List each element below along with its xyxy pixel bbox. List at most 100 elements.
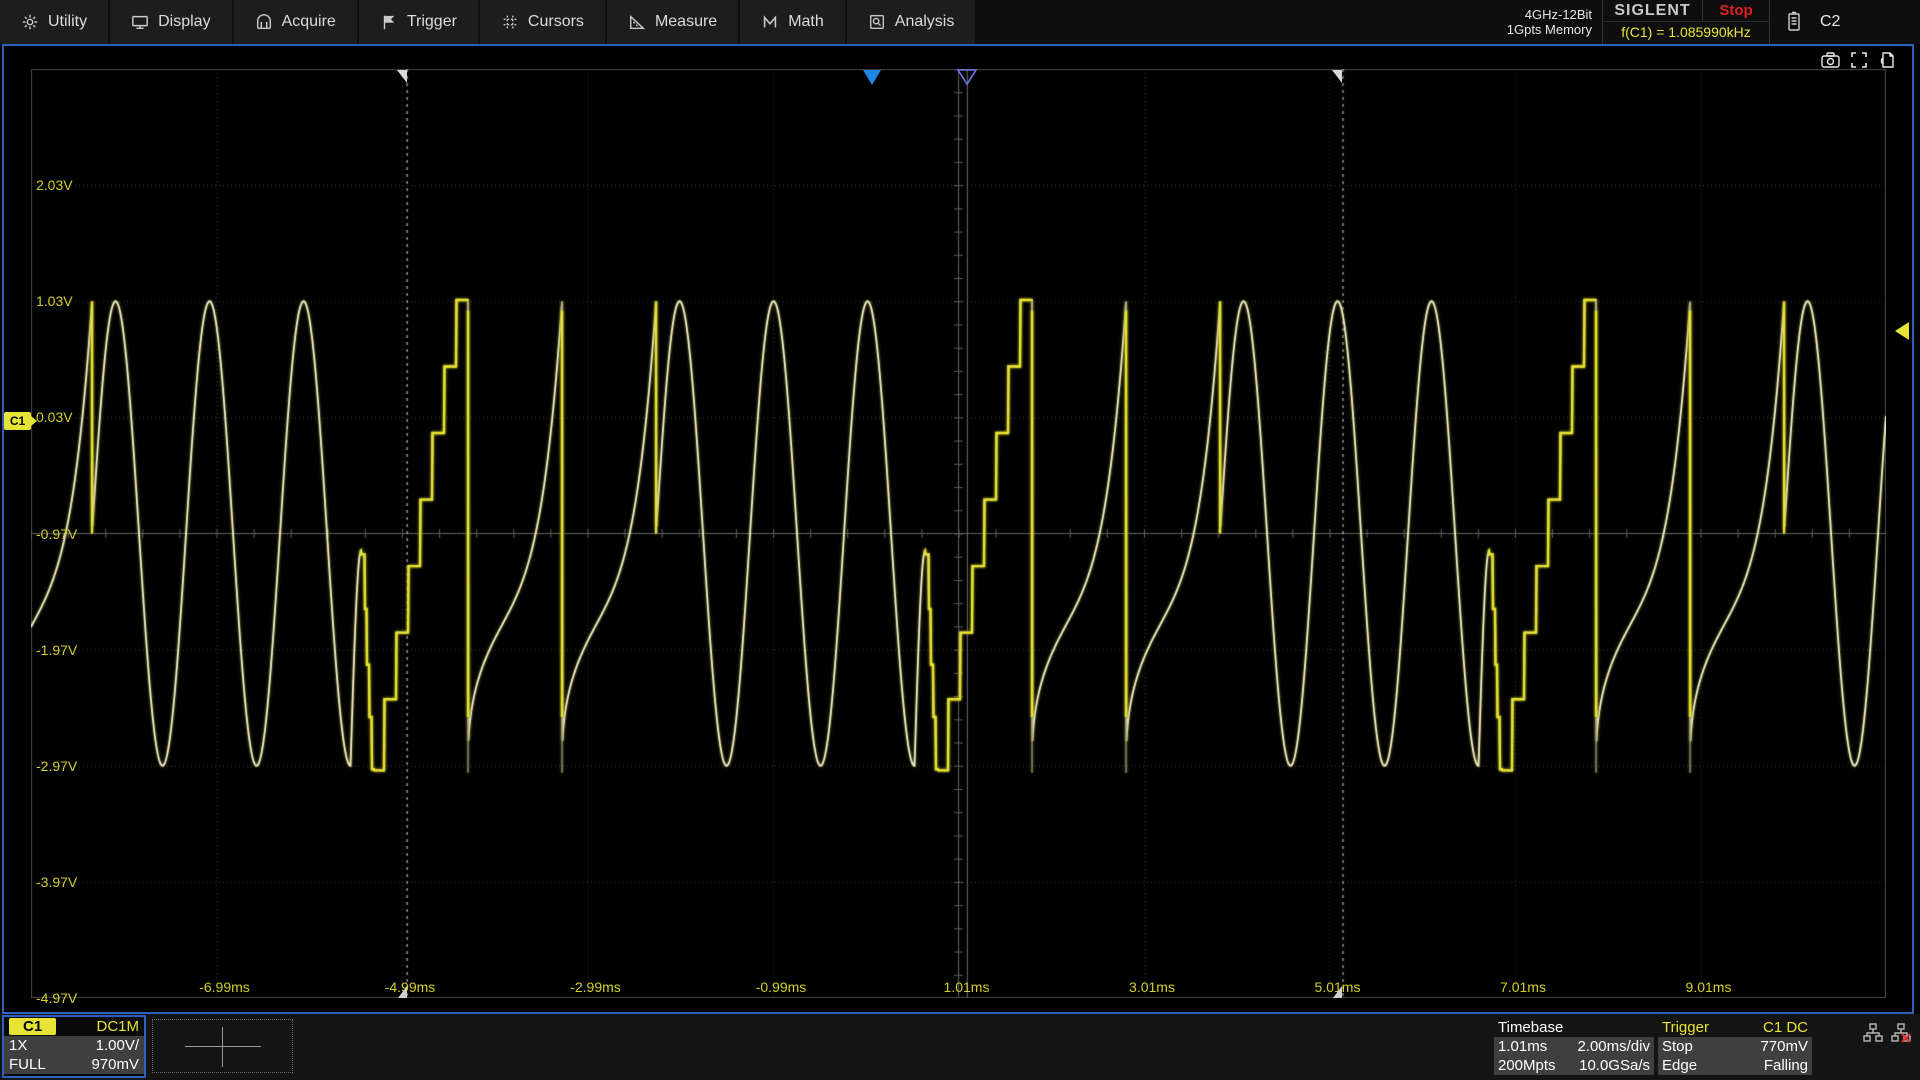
menu-item-acquire[interactable]: Acquire (233, 0, 357, 44)
voltage-axis-label: 0.03V (36, 409, 73, 426)
voltage-axis-label: -3.97V (36, 873, 78, 890)
trigger-level-marker[interactable] (1895, 322, 1909, 341)
time-axis-label: 3.01ms (1129, 979, 1175, 995)
delay-reference-marker[interactable] (956, 69, 978, 86)
lan-disconnected-icon[interactable] (1890, 1022, 1912, 1044)
menu-item-display[interactable]: Display (110, 0, 232, 44)
timebase-scale: 2.00ms/div (1577, 1038, 1650, 1055)
memory-spec: 1Gpts Memory (1506, 22, 1592, 37)
scope-display-frame: 2.03V 1.03V 0.03V -0.97V -1.97V -2.97V -3.97V -… (2, 44, 1914, 1014)
menu-item-label: Trigger (406, 13, 457, 30)
menu-item-label: Acquire (281, 13, 336, 30)
voltage-axis-label: -2.97V (36, 757, 78, 774)
lan-status-group (1862, 1022, 1912, 1044)
trigger-slope: Falling (1763, 1057, 1808, 1074)
add-channel-slot[interactable] (152, 1019, 293, 1073)
lan-icon[interactable] (1862, 1022, 1884, 1044)
scope-spec: 4GHz-12Bit 1Gpts Memory (1497, 7, 1602, 37)
brand-logo: SIGLENT (1603, 0, 1703, 21)
bottom-bar: C1 DC1M 1X 1.00V/ FULL 970mV Timebase 1.… (0, 1014, 1920, 1080)
timebase-header: Timebase (1494, 1018, 1654, 1037)
marker-flag-bottom[interactable] (1333, 986, 1343, 998)
trigger-row-1: Stop 770mV (1658, 1037, 1812, 1056)
channel-probe: 1X (9, 1037, 28, 1054)
arch-icon (256, 14, 271, 30)
channel-row-2: 1X 1.00V/ (4, 1036, 144, 1055)
math-m-icon (763, 15, 777, 28)
fullscreen-icon[interactable] (1849, 50, 1869, 70)
plot-area[interactable] (31, 69, 1886, 998)
trigger-header: Trigger C1 DC (1658, 1018, 1812, 1037)
time-axis-label: -4.99ms (384, 979, 436, 995)
trigger-source-coupling: C1 DC (1762, 1019, 1808, 1036)
bandwidth-spec: 4GHz-12Bit (1524, 7, 1592, 22)
camera-icon[interactable] (1820, 50, 1841, 70)
plus-icon (185, 1046, 261, 1047)
marker-flag-top[interactable] (396, 70, 407, 83)
voltage-axis-label: -0.97V (36, 525, 78, 542)
marker-flag-bottom[interactable] (397, 986, 407, 998)
menu-item-label: Utility (48, 13, 88, 30)
set-square-icon (629, 14, 646, 30)
trigger-panel[interactable]: Trigger C1 DC Stop 770mV Edge Falling (1658, 1018, 1812, 1076)
time-axis-label: -2.99ms (570, 979, 621, 995)
menu-item-label: Display (158, 13, 211, 30)
menu-item-math[interactable]: Math (740, 0, 845, 44)
menu-item-trigger[interactable]: Trigger (358, 0, 478, 44)
menu-item-measure[interactable]: Measure (606, 0, 739, 44)
channel-coupling: DC1M (96, 1018, 139, 1035)
menu-item-analysis[interactable]: Analysis (846, 0, 976, 44)
voltage-axis-label: -4.97V (36, 990, 78, 1006)
run-state[interactable]: Stop (1703, 0, 1769, 21)
channel-scale: 1.00V/ (95, 1037, 139, 1054)
channel-row-1: C1 DC1M (4, 1017, 144, 1036)
status-box: SIGLENT Stop f(C1) = 1.085990kHz (1602, 0, 1770, 44)
time-axis-label: 9.01ms (1685, 979, 1732, 995)
voltage-axis-label: 2.03V (36, 177, 73, 194)
time-axis-label: 7.01ms (1500, 979, 1546, 995)
menu-item-label: Math (788, 13, 824, 30)
timebase-row-1: 1.01ms 2.00ms/div (1494, 1037, 1654, 1056)
channel-descriptor-c1[interactable]: C1 DC1M 1X 1.00V/ FULL 970mV (2, 1015, 146, 1078)
menu-item-label: Analysis (894, 13, 955, 30)
marker-flag-top[interactable] (1332, 70, 1343, 83)
corner-icon-group (1820, 50, 1897, 70)
channel-row-3: FULL 970mV (4, 1055, 144, 1074)
channel-ground-marker[interactable]: C1 (4, 411, 37, 430)
trigger-title: Trigger (1662, 1019, 1709, 1036)
timebase-rate: 10.0GSa/s (1579, 1057, 1650, 1074)
menu-left: Utility Display Acquire Trigger Cursors … (0, 0, 977, 44)
crosshair-grid-icon (503, 15, 517, 29)
channel-indicator-block[interactable]: C2 (1770, 11, 1920, 33)
timebase-title: Timebase (1498, 1019, 1564, 1036)
trigger-position-marker[interactable] (863, 70, 882, 85)
voltage-axis-label: 1.03V (36, 293, 73, 310)
menu-item-label: Cursors (527, 13, 584, 30)
menu-bar: Utility Display Acquire Trigger Cursors … (0, 0, 1920, 44)
flag-icon (383, 15, 395, 30)
channel-indicator: C2 (1820, 13, 1841, 30)
time-axis-label: -6.99ms (199, 979, 250, 995)
timebase-points: 200Mpts (1498, 1057, 1556, 1074)
clipboard-icon (1788, 11, 1800, 31)
timebase-row-2: 200Mpts 10.0GSa/s (1494, 1056, 1654, 1075)
timebase-panel[interactable]: Timebase 1.01ms 2.00ms/div 200Mpts 10.0G… (1494, 1018, 1654, 1076)
channel-bandwidth: FULL (9, 1056, 46, 1073)
gear-icon (22, 14, 38, 30)
monitor-icon (132, 15, 149, 30)
trigger-type: Edge (1662, 1057, 1698, 1074)
time-axis-label: -0.99ms (755, 979, 807, 995)
plus-icon (222, 1027, 223, 1067)
time-axis-label: 1.01ms (943, 979, 990, 995)
channel-offset: 970mV (91, 1056, 139, 1073)
trigger-row-2: Edge Falling (1658, 1056, 1812, 1075)
magnifier-square-icon (869, 15, 884, 29)
menu-item-utility[interactable]: Utility (0, 0, 109, 44)
channel-name-badge[interactable]: C1 (9, 1018, 57, 1035)
voltage-axis-label: -1.97V (36, 641, 78, 658)
trigger-level: 770mV (1760, 1038, 1808, 1055)
menu-item-label: Measure (654, 13, 718, 30)
menu-item-cursors[interactable]: Cursors (479, 0, 605, 44)
trigger-mode: Stop (1662, 1038, 1693, 1055)
page-flip-icon[interactable] (1877, 50, 1897, 70)
